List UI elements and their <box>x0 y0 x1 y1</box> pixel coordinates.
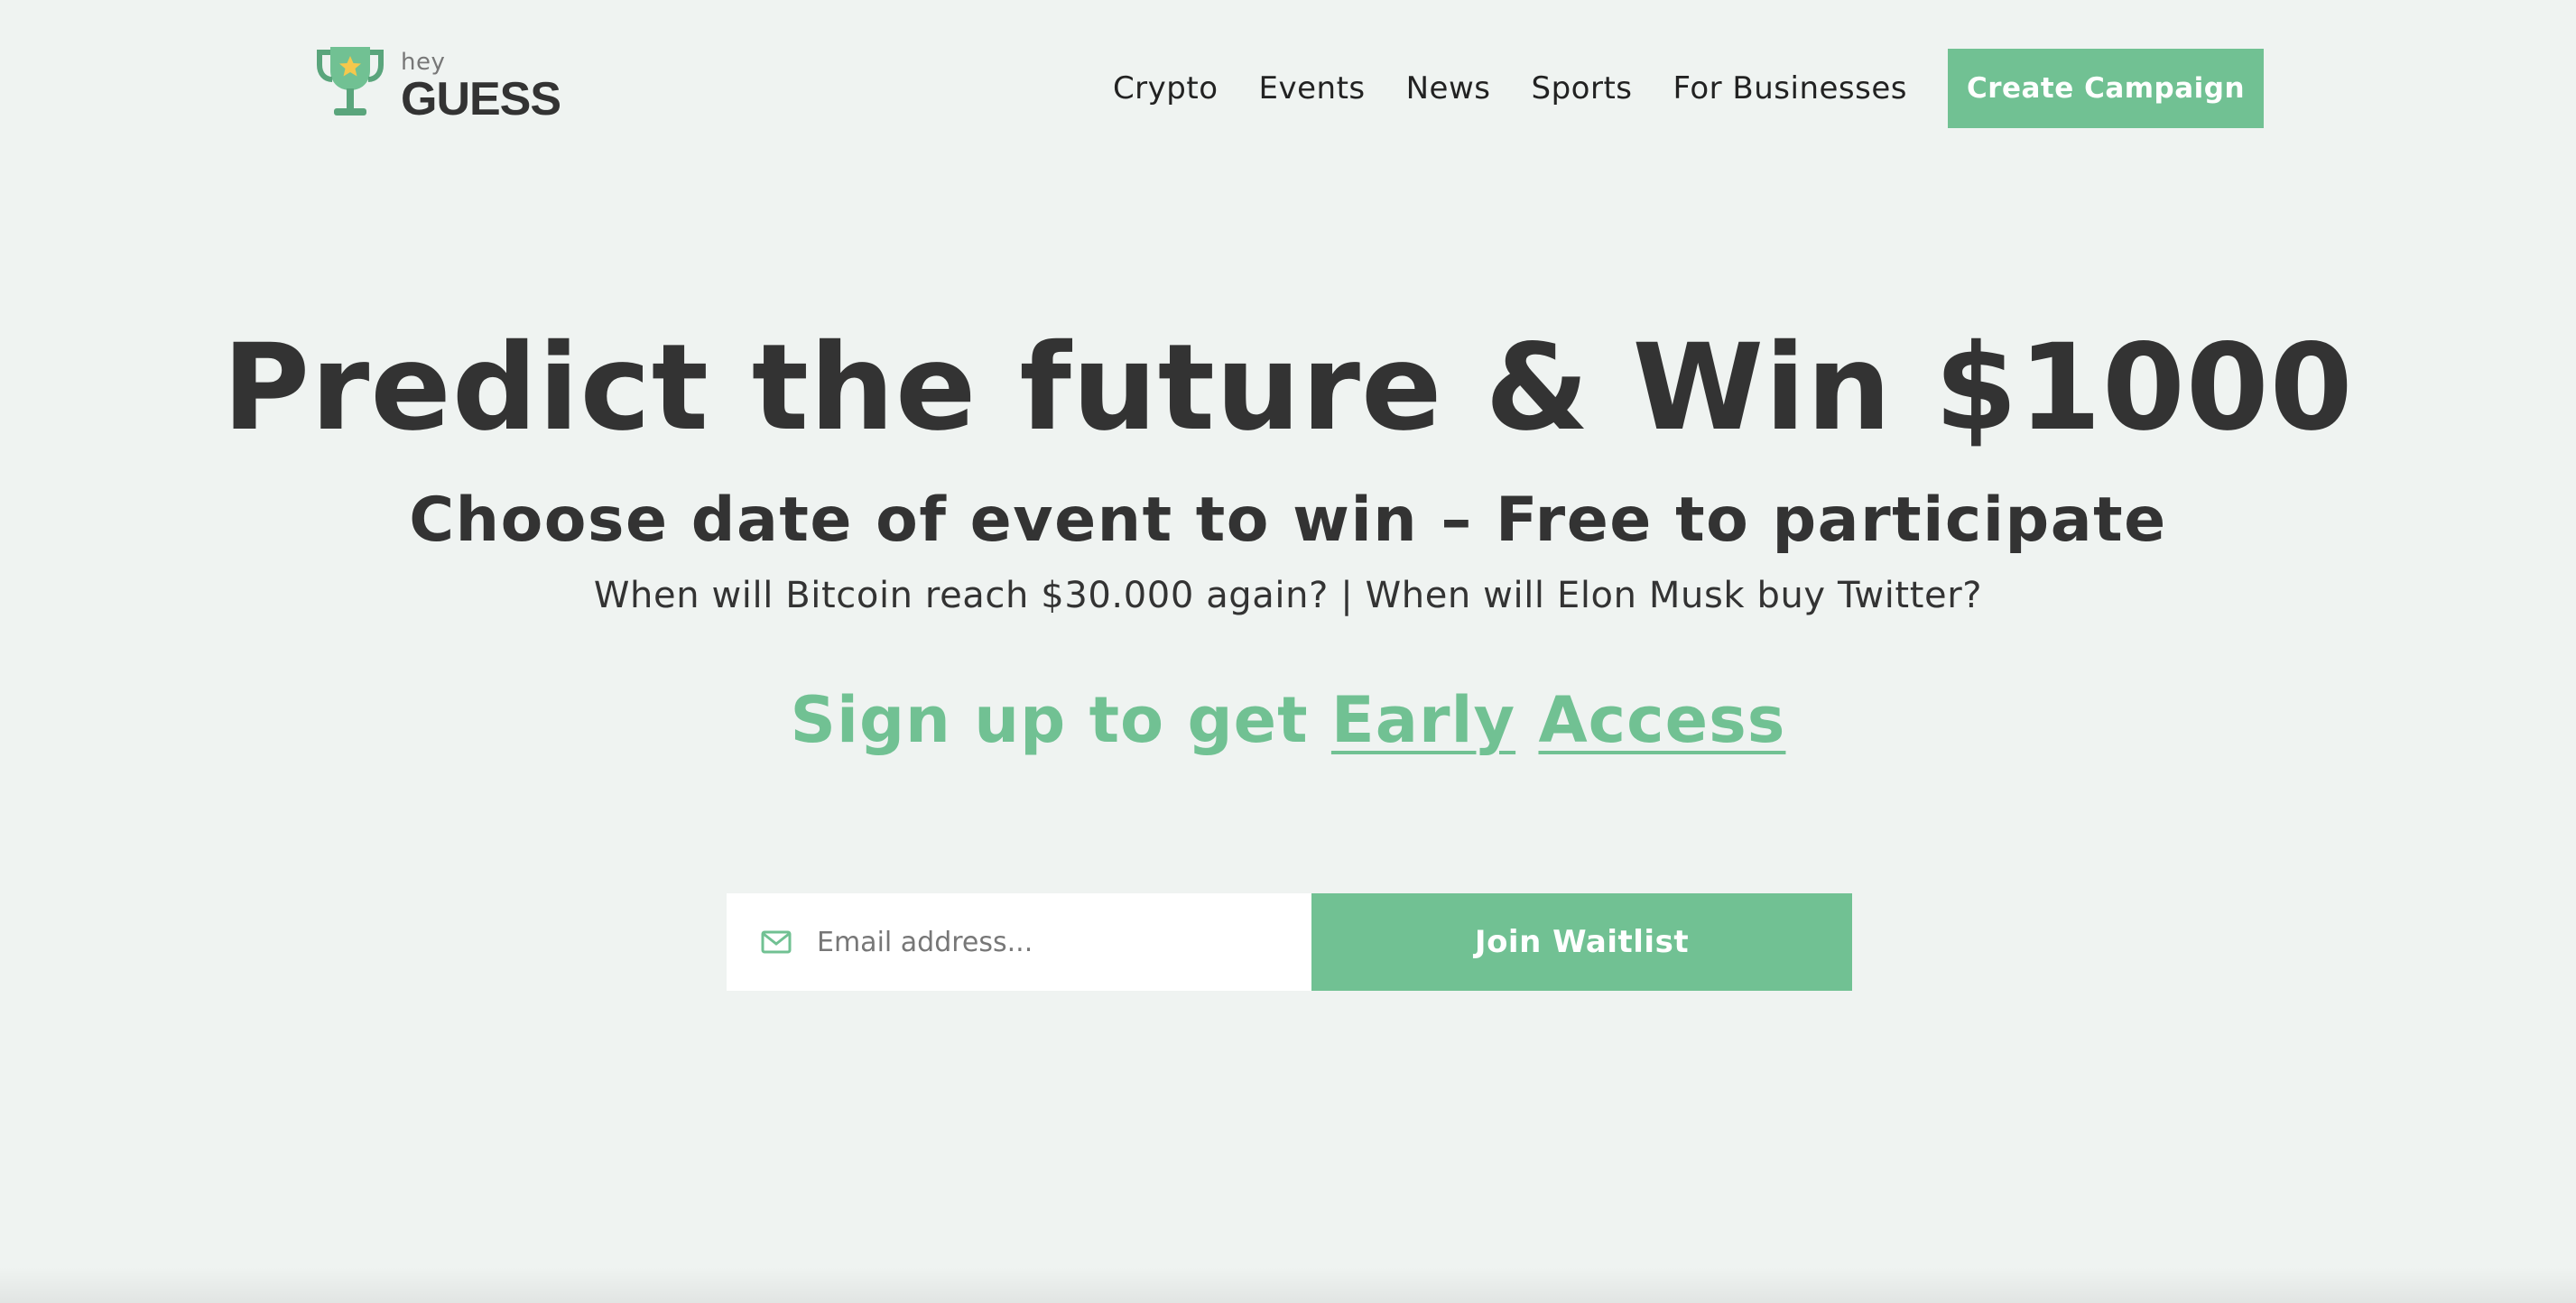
waitlist-form: Join Waitlist <box>727 893 1852 991</box>
main-nav: Crypto Events News Sports For Businesses… <box>1113 49 2264 128</box>
hero-title: Predict the future & Win $1000 <box>222 319 2354 457</box>
nav-item-sports[interactable]: Sports <box>1532 70 1633 106</box>
signup-heading: Sign up to get Early Access <box>0 675 2576 765</box>
hero-example-questions: When will Bitcoin reach $30.000 again? |… <box>593 575 1983 616</box>
landing-page: hey GUESS Crypto Events News Sports For … <box>0 0 2576 1303</box>
brand-small-text: hey <box>401 49 446 76</box>
nav-item-news[interactable]: News <box>1406 70 1491 106</box>
section-divider-shadow <box>0 1267 2576 1303</box>
hero-subtitle: Choose date of event to win – Free to pa… <box>409 485 2167 556</box>
join-waitlist-button[interactable]: Join Waitlist <box>1311 893 1852 991</box>
nav-item-events[interactable]: Events <box>1259 70 1366 106</box>
trophy-icon <box>317 47 384 116</box>
email-input[interactable] <box>817 926 1268 958</box>
brand-logo[interactable]: hey GUESS <box>312 43 561 123</box>
nav-item-for-businesses[interactable]: For Businesses <box>1673 70 1908 106</box>
early-access-link-early[interactable]: Early <box>1331 683 1515 757</box>
signup-prefix: Sign up to get <box>790 683 1331 757</box>
email-field-wrapper[interactable] <box>727 893 1311 991</box>
create-campaign-button[interactable]: Create Campaign <box>1948 49 2264 128</box>
brand-name: GUESS <box>401 73 561 125</box>
mail-icon <box>761 930 792 954</box>
nav-item-crypto[interactable]: Crypto <box>1113 70 1219 106</box>
early-access-link-access[interactable]: Access <box>1538 683 1785 757</box>
